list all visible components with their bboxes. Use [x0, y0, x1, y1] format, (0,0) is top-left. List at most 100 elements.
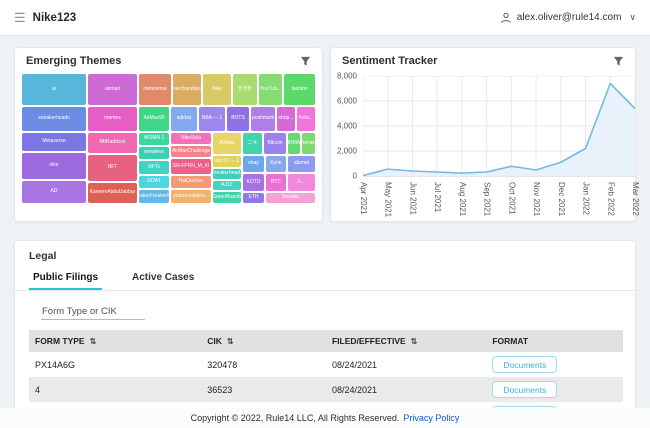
treemap-tile[interactable]: ai: [22, 74, 86, 105]
hamburger-menu-icon[interactable]: ☰: [14, 11, 26, 24]
privacy-policy-link[interactable]: Privacy Policy: [403, 413, 459, 423]
treemap-tile[interactable]: AirMaxChallenge: [171, 146, 211, 157]
treemap-tile[interactable]: GreenBrands: [213, 192, 241, 203]
cell-form-type: 4: [29, 377, 201, 402]
column-header-form-type[interactable]: FORM TYPE⇅: [29, 330, 201, 352]
x-axis-tick: Oct 2021: [507, 182, 516, 222]
copyright-text: Copyright © 2022, Rule14 LLC, All Rights…: [191, 413, 400, 423]
column-header-format: FORMAT: [486, 330, 623, 352]
treemap-tile[interactable]: AIRMAX: [288, 133, 300, 154]
treemap-tile[interactable]: AJ1Z: [213, 181, 241, 190]
sentiment-chart: 02,0004,0006,0008,000 Apr 2021May 2021Ju…: [331, 72, 635, 220]
treemap-tile[interactable]: AD: [22, 181, 86, 203]
documents-button[interactable]: Documents: [492, 356, 557, 373]
y-axis-labels: 02,0004,0006,0008,000: [331, 76, 360, 176]
treemap-tile[interactable]: yourrevolution...: [171, 190, 211, 203]
treemap-tile[interactable]: sneakers: [139, 147, 169, 159]
treemap-tile[interactable]: HalQuebec: [171, 176, 211, 188]
column-header-cik[interactable]: CIK⇅: [201, 330, 326, 352]
treemap-tile[interactable]: KareemAbdulJabbar: [88, 183, 137, 203]
user-icon: [500, 12, 512, 24]
x-axis-tick: Aug 2021: [458, 182, 467, 222]
treemap-tile[interactable]: abonet: [288, 156, 315, 172]
cell-form-type: PX14A6G: [29, 352, 201, 377]
treemap-tile[interactable]: shop...: [277, 107, 295, 131]
treemap-tile[interactable]: BTC: [266, 174, 286, 191]
treemap-tile[interactable]: Nike: [203, 74, 231, 105]
filter-icon[interactable]: [300, 56, 311, 67]
treemap-tile[interactable]: GOAT: [139, 176, 169, 188]
treemap-tile[interactable]: WOMN 1: [139, 133, 169, 145]
treemap-tile[interactable]: NBA — 1: [199, 107, 225, 131]
treemap-tile[interactable]: Bitcoin: [264, 133, 286, 154]
treemap-tile[interactable]: Kela...: [297, 107, 315, 131]
column-header-filed-effective[interactable]: FILED/EFFECTIVE⇅: [326, 330, 486, 352]
treemap-tile[interactable]: abc72 — 1: [213, 156, 241, 167]
y-axis-tick: 0: [353, 172, 357, 181]
treemap-tile[interactable]: fashion: [284, 74, 315, 105]
treemap-tile[interactable]: NftRaddock: [88, 133, 137, 153]
treemap-tile[interactable]: SneakerFreakerMag: [139, 190, 169, 203]
x-axis-tick: Mar 2022: [631, 182, 640, 222]
treemap-tile[interactable]: merchandises: [173, 74, 201, 105]
treemap-tile[interactable]: sneakerheads: [22, 107, 86, 131]
treemap-tile[interactable]: ebay: [243, 156, 264, 172]
filings-table-header: FORM TYPE⇅CIK⇅FILED/EFFECTIVE⇅FORMAT: [29, 330, 623, 352]
form-type-cik-input[interactable]: [41, 304, 145, 320]
treemap-tile[interactable]: Metaverse: [22, 133, 86, 151]
treemap-tile[interactable]: AirMax90: [139, 107, 169, 131]
brand-title: Nike123: [33, 12, 76, 24]
filter-icon[interactable]: [613, 56, 624, 67]
treemap-tile[interactable]: memes: [88, 107, 137, 131]
treemap-tile[interactable]: BOTS: [227, 107, 249, 131]
tab-public-filings[interactable]: Public Filings: [29, 269, 102, 290]
topbar: ☰ Nike123 alex.oliver@rule14.com ∨: [0, 0, 650, 36]
user-menu[interactable]: alex.oliver@rule14.com ∨: [500, 12, 636, 24]
cell-filed-effective: 08/24/2021: [326, 352, 486, 377]
documents-button[interactable]: Documents: [492, 381, 557, 398]
treemap-tile[interactable]: Womanly: [302, 133, 315, 154]
sort-icon[interactable]: ⇅: [90, 337, 97, 346]
treemap-tile[interactable]: adidas: [171, 107, 197, 131]
sentiment-tracker-title: Sentiment Tracker: [342, 55, 437, 67]
treemap-tile[interactable]: NikeSola: [171, 133, 211, 144]
x-axis-tick: Dec 2021: [557, 182, 566, 222]
treemap-tile[interactable]: 한정판: [233, 74, 257, 105]
sort-icon[interactable]: ⇅: [411, 337, 418, 346]
treemap: aiairmaxmetaversemerchandisesNike한정판YouT…: [22, 74, 315, 203]
emerging-themes-panel: Emerging Themes aiairmaxmetaversemerchan…: [14, 47, 323, 222]
treemap-tile[interactable]: AirMax: [213, 133, 241, 154]
treemap-tile[interactable]: Kyrie: [266, 156, 286, 172]
tab-active-cases[interactable]: Active Cases: [128, 269, 198, 290]
footer: Copyright © 2022, Rule14 LLC, All Rights…: [0, 408, 650, 428]
treemap-tile[interactable]: KOTD: [243, 174, 264, 191]
treemap-tile[interactable]: poshmark: [251, 107, 275, 131]
treemap-tile[interactable]: airmax: [88, 74, 137, 105]
x-axis-tick: Jan 2022: [582, 182, 591, 222]
treemap-tile[interactable]: metaverse: [139, 74, 171, 105]
treemap-tile[interactable]: Sneaks: [266, 193, 315, 203]
treemap-tile[interactable]: ニキ: [243, 133, 262, 154]
x-axis-tick: Apr 2021: [359, 182, 368, 222]
treemap-tile[interactable]: nike: [22, 153, 86, 179]
treemap-tile[interactable]: ETH: [243, 193, 264, 203]
cell-cik: 36523: [201, 377, 326, 402]
sort-icon[interactable]: ⇅: [227, 337, 234, 346]
treemap-tile[interactable]: F...: [288, 174, 315, 191]
y-axis-tick: 4,000: [337, 122, 357, 131]
emerging-themes-title: Emerging Themes: [26, 55, 121, 67]
treemap-tile[interactable]: NFTs: [139, 161, 169, 174]
treemap-tile[interactable]: NFT: [88, 155, 137, 181]
legal-title: Legal: [15, 241, 635, 269]
treemap-tile[interactable]: sneakerhead2: [213, 169, 241, 179]
cell-cik: 320478: [201, 352, 326, 377]
table-row: PX14A6G32047808/24/2021 Documents: [29, 352, 623, 377]
x-axis-tick: Jul 2021: [433, 182, 442, 222]
treemap-tile[interactable]: YouTub...: [259, 74, 282, 105]
x-axis-tick: Feb 2022: [606, 182, 615, 222]
legal-panel: Legal Public Filings Active Cases FORM T…: [14, 240, 636, 410]
line-chart-plot: [363, 76, 635, 179]
treemap-tile[interactable]: SN-FPRN_M_KI: [171, 159, 211, 174]
sentiment-tracker-panel: Sentiment Tracker 02,0004,0006,0008,000 …: [330, 47, 636, 222]
cell-filed-effective: 08/24/2021: [326, 377, 486, 402]
